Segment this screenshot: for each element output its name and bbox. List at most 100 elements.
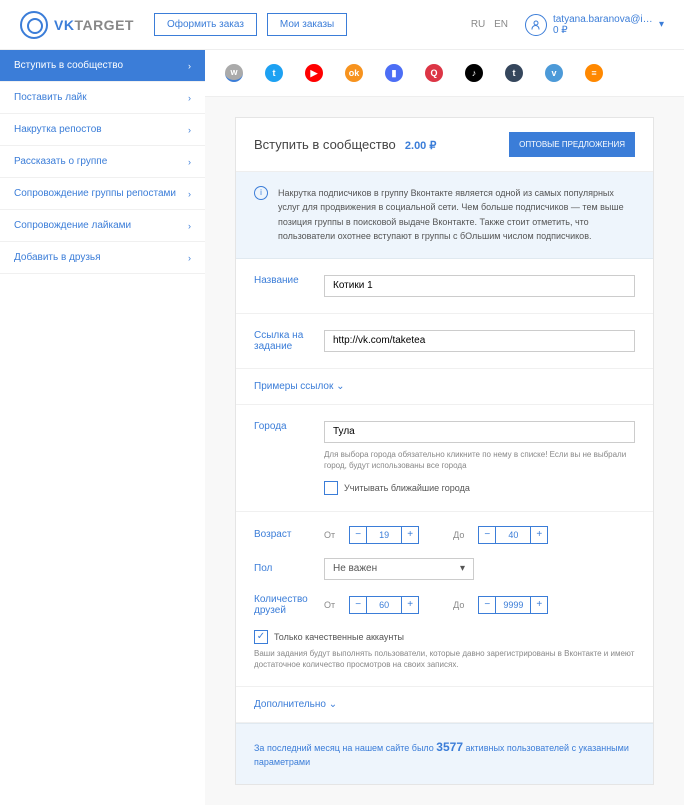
minus-button[interactable]: − (478, 526, 496, 544)
city-input[interactable] (324, 421, 635, 443)
ok-icon[interactable]: ok (345, 64, 363, 82)
chevron-right-icon: › (188, 157, 191, 167)
age-label: Возраст (254, 529, 310, 540)
to-label: До (453, 530, 464, 540)
tumblr-icon[interactable]: t (505, 64, 523, 82)
info-icon: i (254, 186, 268, 200)
link-label: Ссылка на задание (254, 330, 310, 352)
chevron-right-icon: › (188, 93, 191, 103)
chevron-right-icon: › (188, 253, 191, 263)
city-label: Города (254, 421, 310, 432)
gender-value: Не важен (333, 563, 377, 574)
my-orders-button[interactable]: Мои заказы (267, 13, 347, 36)
nearby-label: Учитывать ближайшие города (344, 483, 470, 493)
logo-text-1: VK (54, 17, 74, 33)
sidebar-item-label: Добавить в друзья (14, 252, 101, 263)
age-from-input[interactable] (367, 526, 401, 544)
stats-number: 3577 (436, 740, 463, 754)
chevron-right-icon: › (188, 125, 191, 135)
chevron-down-icon: ▾ (659, 19, 664, 30)
logo-text-2: TARGET (74, 17, 134, 33)
social-tabs: w t ▶ ok ▮ Q ♪ t v ≡ (205, 50, 684, 97)
twitter-icon[interactable]: t (265, 64, 283, 82)
nearby-checkbox[interactable] (324, 481, 338, 495)
info-text: Накрутка подписчиков в группу Вконтакте … (278, 186, 635, 244)
sidebar-item-label: Накрутка репостов (14, 124, 102, 135)
friends-to-input[interactable] (496, 596, 530, 614)
sidebar-item-label: Сопровождение лайками (14, 220, 131, 231)
quality-label: Только качественные аккаунты (274, 632, 404, 642)
sidebar-item-label: Рассказать о группе (14, 156, 107, 167)
from-label: От (324, 600, 335, 610)
sidebar-item-group-reposts[interactable]: Сопровождение группы репостами › (0, 178, 205, 210)
chevron-right-icon: › (188, 221, 191, 231)
chevron-down-icon: ⌄ (336, 381, 344, 392)
name-label: Название (254, 275, 310, 286)
chevron-down-icon: ▾ (460, 563, 465, 574)
gender-label: Пол (254, 563, 310, 574)
avatar-icon (525, 14, 547, 36)
price: 2.00 ₽ (405, 140, 436, 152)
user-name: tatyana.baranova@ing... (553, 14, 653, 25)
vimeo-icon[interactable]: v (545, 64, 563, 82)
additional-toggle[interactable]: Дополнительно ⌄ (236, 687, 653, 723)
logo-icon (20, 11, 48, 39)
tiktok-icon[interactable]: ♪ (465, 64, 483, 82)
from-label: От (324, 530, 335, 540)
sidebar-item-add-friends[interactable]: Добавить в друзья › (0, 242, 205, 274)
chevron-down-icon: ⌄ (329, 699, 337, 710)
vk-icon[interactable]: w (225, 64, 243, 82)
minus-button[interactable]: − (349, 526, 367, 544)
logo[interactable]: VKTARGET (20, 11, 134, 39)
sidebar-item-join-community[interactable]: Вступить в сообщество › (0, 50, 205, 82)
info-box: i Накрутка подписчиков в группу Вконтакт… (236, 172, 653, 259)
sidebar-item-like[interactable]: Поставить лайк › (0, 82, 205, 114)
quality-hint: Ваши задания будут выполнять пользовател… (254, 648, 635, 670)
link-input[interactable] (324, 330, 635, 352)
age-to-stepper: − + (478, 526, 548, 544)
lang-en[interactable]: EN (494, 19, 508, 30)
youtube-icon[interactable]: ▶ (305, 64, 323, 82)
mobile-icon[interactable]: ▮ (385, 64, 403, 82)
plus-button[interactable]: + (530, 526, 548, 544)
sidebar-item-label: Сопровождение группы репостами (14, 188, 176, 199)
lang-ru[interactable]: RU (471, 19, 485, 30)
quora-icon[interactable]: Q (425, 64, 443, 82)
user-balance: 0 ₽ (553, 25, 653, 36)
minus-button[interactable]: − (478, 596, 496, 614)
stats-footer: За последний месяц на нашем сайте было 3… (236, 723, 653, 784)
sidebar-item-reposts[interactable]: Накрутка репостов › (0, 114, 205, 146)
minus-button[interactable]: − (349, 596, 367, 614)
friends-label: Количество друзей (254, 594, 310, 616)
chevron-right-icon: › (188, 189, 191, 199)
plus-button[interactable]: + (401, 596, 419, 614)
quality-checkbox[interactable]: ✓ (254, 630, 268, 644)
order-form-card: Вступить в сообщество 2.00 ₽ ОПТОВЫЕ ПРЕ… (235, 117, 654, 785)
friends-from-input[interactable] (367, 596, 401, 614)
soundcloud-icon[interactable]: ≡ (585, 64, 603, 82)
friends-from-stepper: − + (349, 596, 419, 614)
examples-toggle[interactable]: Примеры ссылок ⌄ (236, 369, 653, 405)
plus-button[interactable]: + (401, 526, 419, 544)
city-hint: Для выбора города обязательно кликните п… (324, 449, 635, 471)
age-from-stepper: − + (349, 526, 419, 544)
sidebar-item-label: Поставить лайк (14, 92, 87, 103)
sidebar-item-tell-about[interactable]: Рассказать о группе › (0, 146, 205, 178)
chevron-right-icon: › (188, 61, 191, 71)
wholesale-button[interactable]: ОПТОВЫЕ ПРЕДЛОЖЕНИЯ (509, 132, 635, 157)
card-title: Вступить в сообщество (254, 137, 396, 152)
gender-select[interactable]: Не важен ▾ (324, 558, 474, 580)
age-to-input[interactable] (496, 526, 530, 544)
language-switch: RU EN (468, 19, 511, 30)
name-input[interactable] (324, 275, 635, 297)
sidebar: Вступить в сообщество › Поставить лайк › Н… (0, 50, 205, 805)
create-order-button[interactable]: Оформить заказ (154, 13, 257, 36)
plus-button[interactable]: + (530, 596, 548, 614)
examples-label: Примеры ссылок (254, 381, 333, 392)
sidebar-item-label: Вступить в сообщество (14, 60, 123, 71)
additional-label: Дополнительно (254, 699, 326, 710)
sidebar-item-group-likes[interactable]: Сопровождение лайками › (0, 210, 205, 242)
stats-text-1: За последний месяц на нашем сайте было (254, 743, 436, 753)
to-label: До (453, 600, 464, 610)
user-menu[interactable]: tatyana.baranova@ing... 0 ₽ ▾ (525, 14, 664, 36)
